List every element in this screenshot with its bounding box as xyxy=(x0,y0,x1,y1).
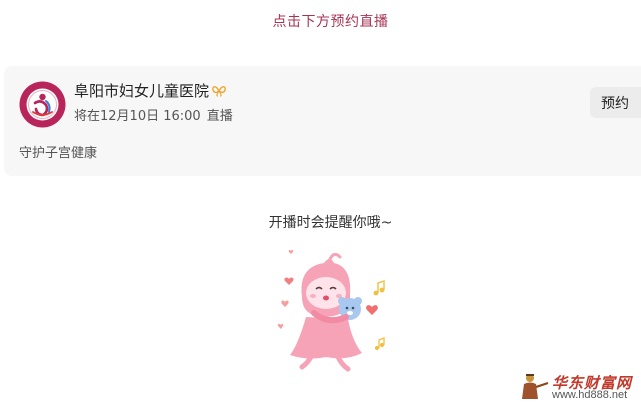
butterfly-badge-icon xyxy=(212,85,226,97)
reminder-text: 开播时会提醒你哦~ xyxy=(268,215,393,231)
scholar-figure-icon xyxy=(522,374,549,399)
organization-name-text: 阜阳市妇女儿童医院 xyxy=(74,82,210,100)
watermark-url: www.hd888.net xyxy=(552,389,628,401)
organization-name: 阜阳市妇女儿童医院 xyxy=(74,80,226,101)
hospital-logo xyxy=(19,81,66,128)
reserve-button[interactable]: 预约 xyxy=(590,87,641,118)
schedule-time: 将在12月10日 16:00 xyxy=(74,109,201,124)
reserve-header-link[interactable]: 点击下方预约直播 xyxy=(0,11,641,31)
schedule-suffix: 直播 xyxy=(206,109,233,124)
live-reservation-card: 阜阳市妇女儿童医院 将在12月10日 16:00 直播 守护子宫健康 预约 xyxy=(4,66,641,176)
live-description: 守护子宫健康 xyxy=(19,146,98,161)
mascot-hug-illustration xyxy=(277,249,385,372)
site-watermark: 华东财富网 www.hd888.net xyxy=(516,370,641,403)
live-schedule: 将在12月10日 16:00 直播 xyxy=(74,105,239,124)
